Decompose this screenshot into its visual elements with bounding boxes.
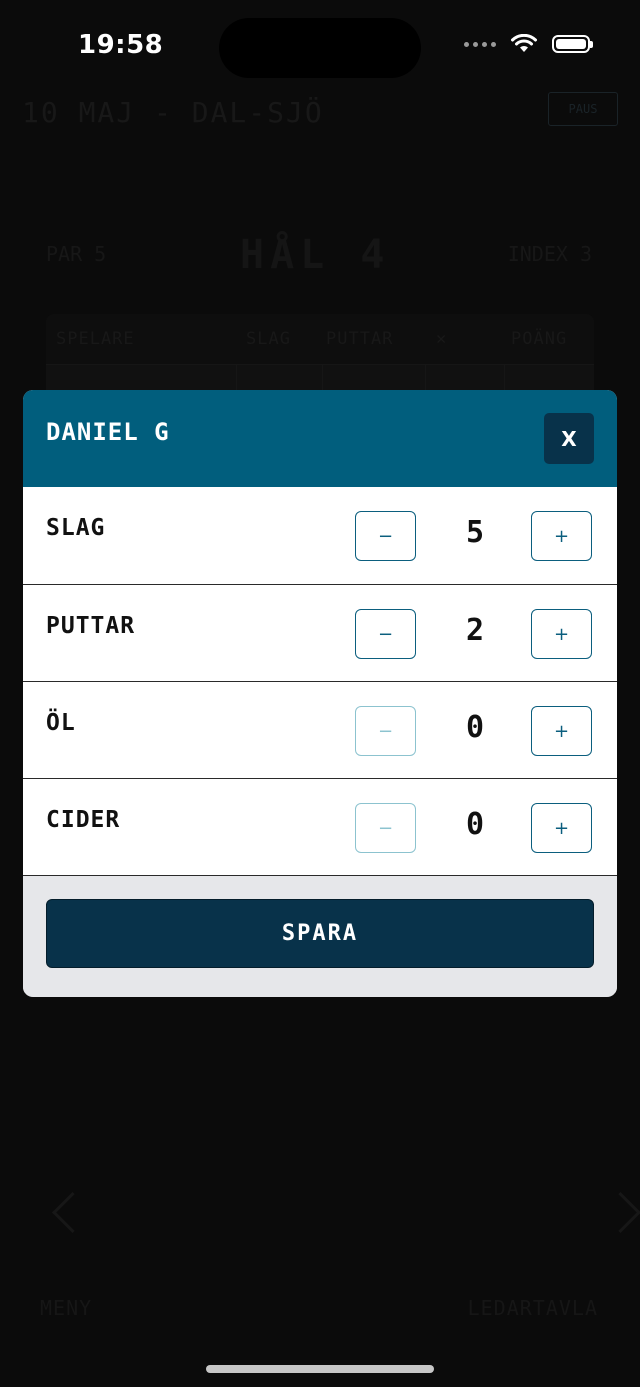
par-label: PAR 5 — [46, 242, 107, 266]
app-screen: 19:58 10 MAJ - DAL-SJÖ PAUS PAR 5 HÅL 4 … — [0, 0, 640, 1387]
player-name: DANIEL G — [46, 418, 170, 446]
score-rows: SLAG − 5 + PUTTAR − 2 + ÖL − 0 + CIDER −… — [23, 487, 617, 875]
stat-label: CIDER — [46, 807, 121, 833]
cider-decrement-button[interactable]: − — [355, 803, 416, 853]
save-button[interactable]: SPARA — [46, 899, 594, 968]
strokes-value: 5 — [465, 515, 485, 550]
putts-value: 2 — [465, 613, 485, 648]
column-header-points: POÄNG — [511, 329, 568, 349]
stat-row-strokes: SLAG − 5 + — [23, 487, 617, 584]
strokes-increment-button[interactable]: + — [531, 511, 592, 561]
beer-increment-button[interactable]: + — [531, 706, 592, 756]
column-header-icon: ✕ — [436, 329, 448, 349]
stat-row-cider: CIDER − 0 + — [23, 778, 617, 875]
index-label: INDEX 3 — [507, 242, 592, 266]
round-title: 10 MAJ - DAL-SJÖ — [22, 96, 324, 129]
home-indicator[interactable] — [206, 1365, 434, 1373]
close-button[interactable]: X — [544, 413, 594, 464]
modal-header: DANIEL G X — [23, 390, 617, 487]
column-header-player: SPELARE — [56, 329, 135, 349]
previous-hole-icon — [51, 1191, 94, 1234]
beer-value: 0 — [465, 710, 485, 745]
leaderboard-link: LEDARTAVLA — [467, 1296, 598, 1320]
stat-label: ÖL — [46, 710, 76, 736]
stat-row-beer: ÖL − 0 + — [23, 681, 617, 778]
stat-row-putts: PUTTAR − 2 + — [23, 584, 617, 681]
cider-value: 0 — [465, 807, 485, 842]
menu-link: MENY — [40, 1296, 93, 1320]
column-header-strokes: SLAG — [246, 329, 291, 349]
player-score-modal: DANIEL G X SLAG − 5 + PUTTAR − 2 + ÖL − … — [23, 390, 617, 997]
strokes-decrement-button[interactable]: − — [355, 511, 416, 561]
beer-decrement-button[interactable]: − — [355, 706, 416, 756]
score-table: SPELARE SLAG PUTTAR ✕ POÄNG — [46, 314, 594, 394]
putts-decrement-button[interactable]: − — [355, 609, 416, 659]
pause-button: PAUS — [548, 92, 618, 126]
column-header-putts: PUTTAR — [326, 329, 394, 349]
cider-increment-button[interactable]: + — [531, 803, 592, 853]
hole-title: HÅL 4 — [240, 232, 391, 278]
modal-footer: SPARA — [23, 875, 617, 993]
stat-label: PUTTAR — [46, 613, 136, 639]
score-table-header: SPELARE SLAG PUTTAR ✕ POÄNG — [46, 314, 594, 364]
stat-label: SLAG — [46, 515, 106, 541]
putts-increment-button[interactable]: + — [531, 609, 592, 659]
next-hole-icon — [599, 1191, 640, 1234]
